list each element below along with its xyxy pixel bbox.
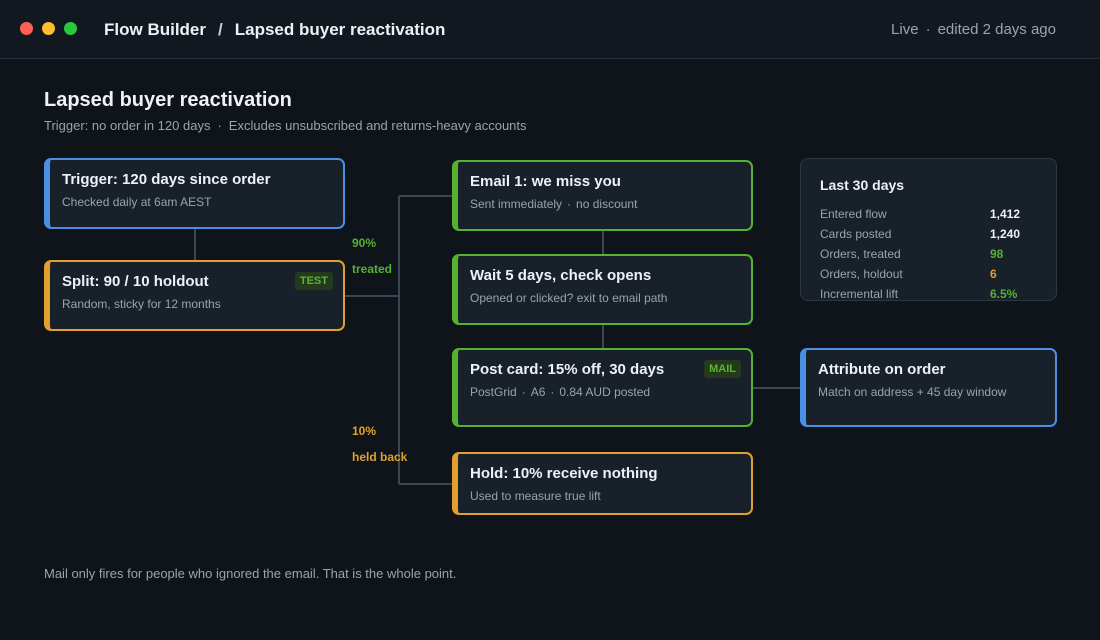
mail-badge: MAIL (704, 360, 741, 378)
stats-label: Entered flow (820, 207, 887, 221)
stats-value: 6.5% (990, 287, 1018, 301)
stats-value: 1,240 (990, 227, 1021, 241)
node-wait-title: Wait 5 days, check opens (470, 267, 652, 284)
node-hold-subtitle: Used to measure true lift (470, 489, 601, 503)
holdout-label: held back (352, 450, 408, 464)
stats-value: 98 (990, 247, 1004, 261)
stats-row: Cards posted 1,240 (820, 227, 1040, 243)
node-hold[interactable]: Hold: 10% receive nothing Used to measur… (452, 452, 753, 515)
stats-row: Orders, treated 98 (820, 247, 1040, 263)
node-attribute-title: Attribute on order (818, 361, 946, 378)
stats-value: 6 (990, 267, 997, 281)
stats-label: Incremental lift (820, 287, 899, 301)
node-postcard-subtitle: PostGrid · A6 · 0.84 AUD posted (470, 385, 751, 399)
node-wait-subtitle: Opened or clicked? exit to email path (470, 291, 668, 305)
node-email1-subtitle: Sent immediately · no discount (470, 197, 751, 211)
node-trigger-subtitle: Checked daily at 6am AEST (62, 195, 212, 209)
postcard-separator-2: · (550, 385, 555, 399)
stats-title: Last 30 days (820, 177, 905, 193)
postcard-separator-1: · (521, 385, 526, 399)
postcard-vendor: PostGrid (470, 385, 517, 399)
stats-row: Entered flow 1,412 (820, 207, 1040, 223)
email1-separator: · (567, 197, 572, 211)
node-split-subtitle: Random, sticky for 12 months (62, 297, 221, 311)
postcard-size: A6 (530, 385, 546, 399)
footer-note: Mail only fires for people who ignored t… (44, 566, 457, 581)
node-trigger-title: Trigger: 120 days since order (62, 171, 271, 188)
node-email1[interactable]: Email 1: we miss you Sent immediately · no… (452, 160, 753, 231)
node-attribute[interactable]: Attribute on order Match on address + 45… (800, 348, 1057, 427)
node-wait[interactable]: Wait 5 days, check opens Opened or click… (452, 254, 753, 325)
treated-percent: 90% (352, 236, 377, 250)
stats-row: Orders, holdout 6 (820, 267, 1040, 283)
postcard-cost: 0.84 AUD posted (559, 385, 651, 399)
test-badge: TEST (294, 272, 333, 290)
node-trigger[interactable]: Trigger: 120 days since order Checked da… (44, 158, 345, 229)
email1-discount: no discount (576, 197, 638, 211)
stats-row: Incremental lift 6.5% (820, 287, 1040, 301)
node-attribute-subtitle: Match on address + 45 day window (818, 385, 1007, 399)
node-split[interactable]: Split: 90 / 10 holdout Random, sticky fo… (44, 260, 345, 331)
node-postcard[interactable]: Post card: 15% off, 30 days PostGrid · A6 ·… (452, 348, 753, 427)
email1-timing: Sent immediately (470, 197, 563, 211)
stats-label: Orders, holdout (820, 267, 903, 281)
stats-label: Orders, treated (820, 247, 901, 261)
holdout-percent: 10% (352, 424, 377, 438)
node-hold-title: Hold: 10% receive nothing (470, 465, 658, 482)
treated-label: treated (352, 262, 393, 276)
stats-panel: Last 30 days Entered flow 1,412 Cards po… (800, 158, 1057, 301)
node-email1-title: Email 1: we miss you (470, 173, 621, 190)
stats-label: Cards posted (820, 227, 892, 241)
stats-value: 1,412 (990, 207, 1021, 221)
